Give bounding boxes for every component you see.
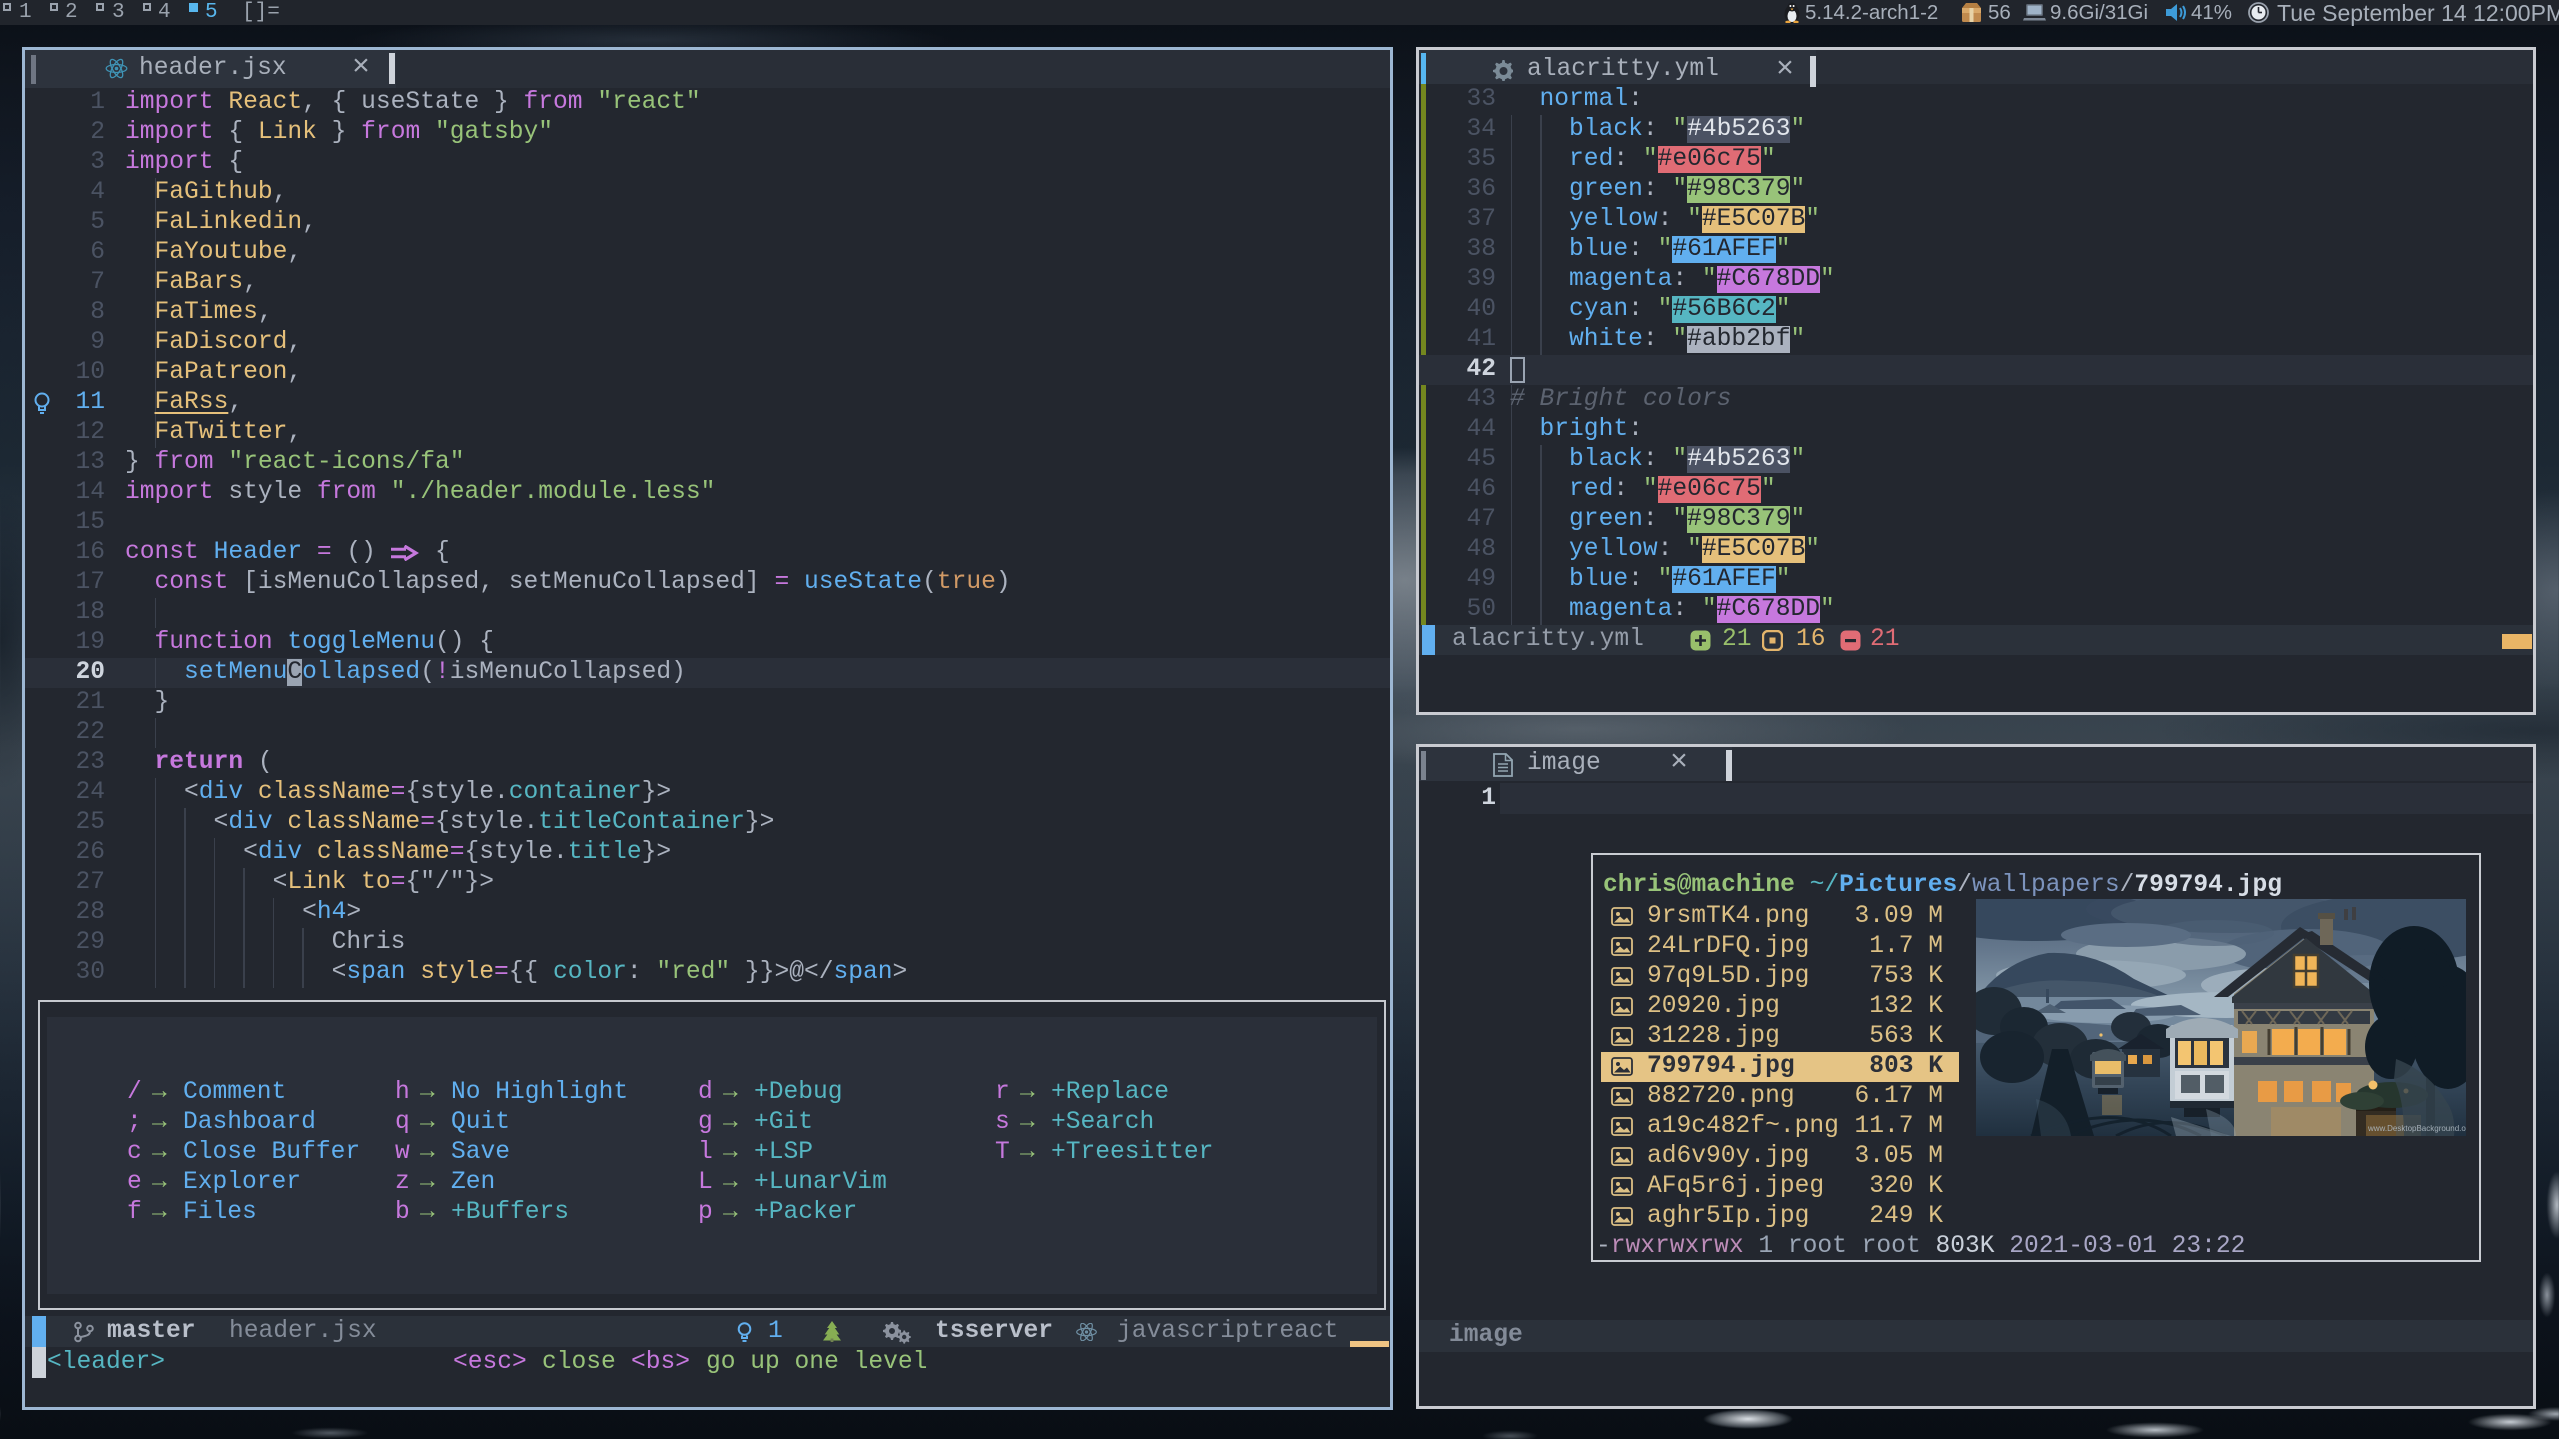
svg-text:www.DesktopBackground.org: www.DesktopBackground.org: [2367, 1124, 2466, 1133]
